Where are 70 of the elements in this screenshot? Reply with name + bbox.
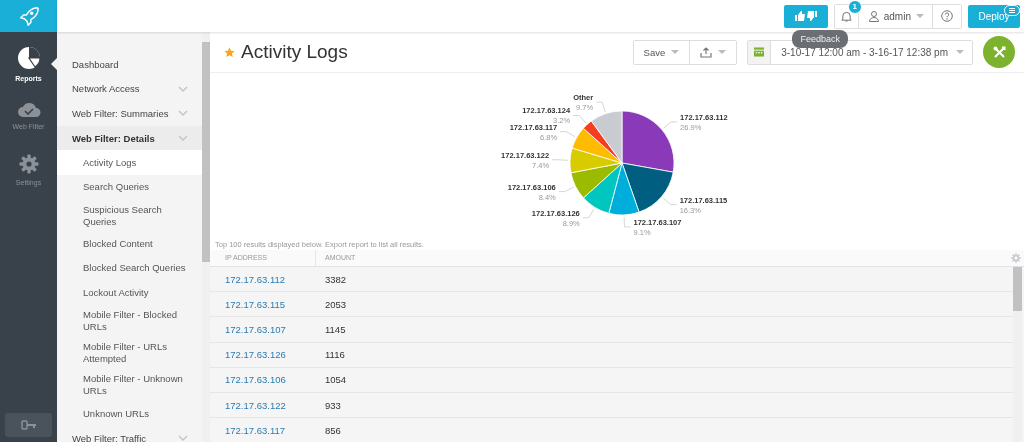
table-cell-text: 3382 [324, 273, 347, 285]
table-cell-text: 1054 [324, 374, 347, 386]
ip-link[interactable]: 172.17.63.115 [210, 298, 316, 310]
star-icon[interactable] [224, 46, 235, 58]
nav-item[interactable]: Mobile Filter - Blocked URLs [57, 305, 202, 338]
leader-line [623, 216, 631, 228]
table-cell-text: 933 [324, 399, 341, 411]
caret-icon [956, 49, 964, 55]
nav-group[interactable]: Network Access [57, 76, 202, 102]
ip-link[interactable]: 172.17.63.117 [210, 424, 316, 436]
chevron-down-icon [178, 110, 188, 117]
settings-icon[interactable] [1011, 253, 1021, 263]
nav-group[interactable]: Web Filter: Traffic [57, 425, 202, 442]
calendar-icon [754, 47, 765, 57]
ip-link[interactable]: 172.17.63.126 [210, 349, 316, 361]
logo-tile[interactable] [0, 0, 57, 32]
gear-icon [18, 154, 39, 174]
bell-icon [840, 9, 852, 23]
help-icon [941, 10, 953, 22]
rocket-icon [17, 5, 40, 27]
table-cell-text: 1116 [324, 349, 345, 361]
export-icon [700, 46, 713, 58]
ip-link[interactable]: 172.17.63.112 [210, 273, 316, 285]
nav-item[interactable]: Mobile Filter - URLs Attempted [57, 337, 202, 370]
export-dropdown[interactable] [689, 40, 737, 64]
key-icon [20, 420, 37, 430]
chevron-down-icon [178, 435, 188, 442]
cloud-check-icon [16, 100, 41, 118]
help-button[interactable] [932, 4, 961, 28]
scrollbar[interactable] [1013, 267, 1022, 442]
nav-item[interactable]: Blocked Content [57, 231, 202, 257]
nav-group[interactable]: Web Filter: Summaries [57, 101, 202, 126]
ip-link[interactable]: 172.17.63.106 [210, 374, 316, 386]
nav-item[interactable]: Suspicious Search Queries [57, 199, 202, 232]
page-title: Activity Logs [241, 41, 348, 63]
nav-item[interactable]: Blocked Search Queries [57, 256, 202, 281]
user-icon [868, 10, 879, 22]
leader-line [572, 115, 587, 124]
leader-line [663, 121, 678, 129]
leader-line [558, 186, 575, 192]
feedback-button[interactable] [783, 4, 828, 28]
feedback-tooltip: Feedback [792, 30, 848, 48]
table-cell-text: 2053 [324, 298, 347, 310]
nav-item[interactable]: Search Queries [57, 174, 202, 200]
scrollbar[interactable] [202, 32, 210, 442]
leader-line [559, 131, 576, 137]
logout-button[interactable] [5, 413, 52, 437]
tools-button[interactable] [983, 36, 1015, 68]
nav-item[interactable]: Dashboard [57, 52, 202, 77]
caret-icon [916, 13, 924, 19]
nav-item[interactable]: Lockout Activity [57, 280, 202, 306]
chevron-down-icon [178, 135, 188, 142]
tools-icon [992, 45, 1006, 59]
caret-icon [671, 49, 680, 55]
leader-line [662, 197, 678, 205]
nav-item[interactable]: Activity Logs [57, 150, 202, 175]
pie-chart-icon [16, 46, 41, 70]
table-cell-text: 856 [324, 424, 341, 436]
nav-item[interactable]: Unknown URLs [57, 401, 202, 426]
thumbs-up-down-icon [793, 10, 818, 22]
table-cell-text: 1145 [324, 323, 346, 335]
chevron-down-icon [178, 85, 188, 92]
calendar-button[interactable] [748, 40, 772, 64]
nav-item[interactable]: Mobile Filter - Unknown URLs [57, 369, 202, 402]
ip-link[interactable]: 172.17.63.122 [210, 399, 316, 411]
leader-line [595, 101, 606, 113]
leader-line [582, 208, 595, 219]
nav-group[interactable]: Web Filter: Details [57, 125, 202, 151]
caret-icon [718, 49, 727, 55]
ip-link[interactable]: 172.17.63.107 [210, 323, 316, 335]
